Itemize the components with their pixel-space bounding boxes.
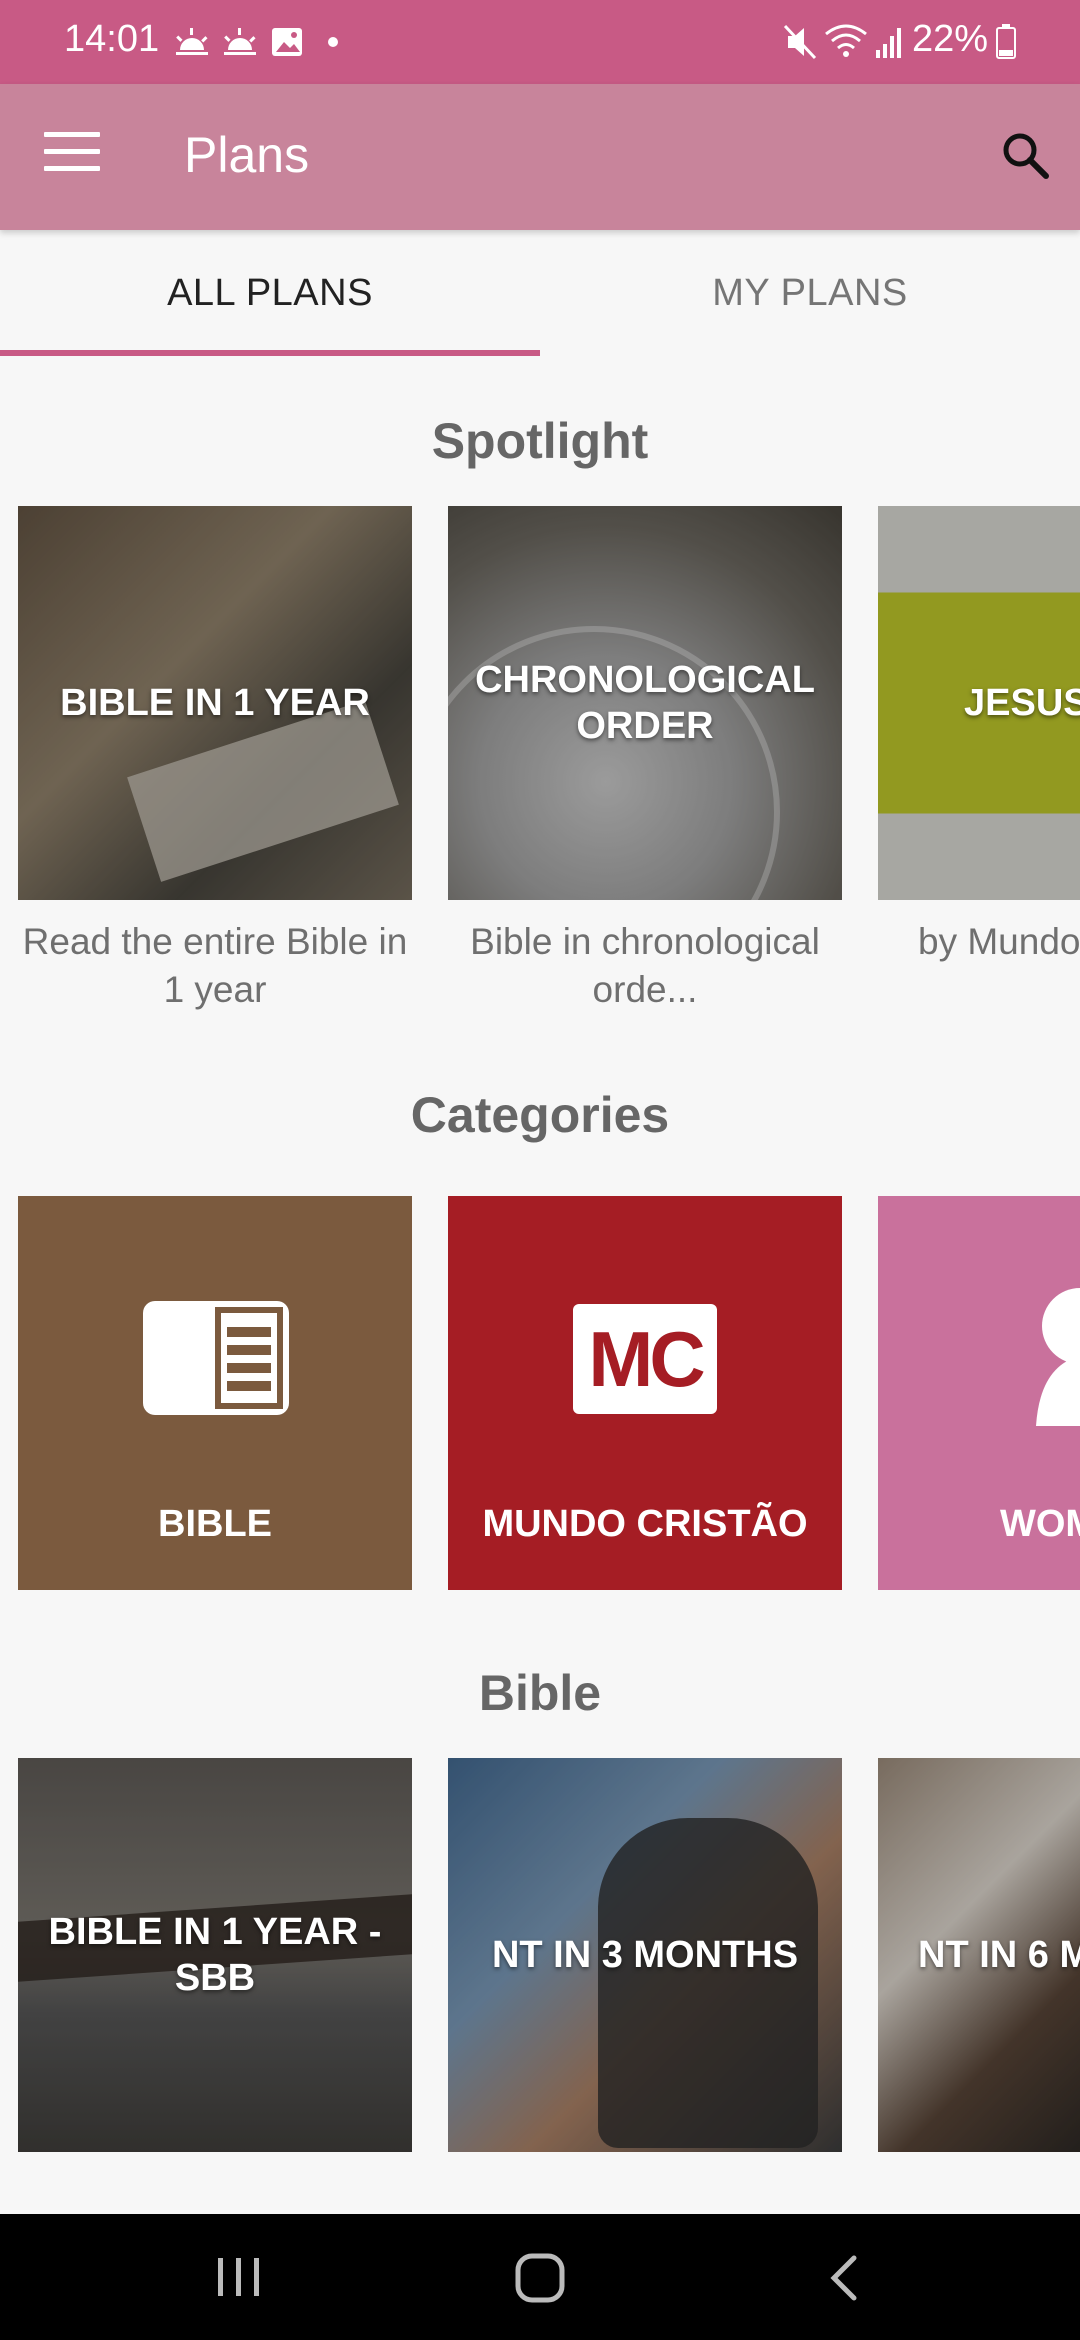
status-bar: 14:01 22% [0, 0, 1080, 84]
bible-card-1-year-sbb[interactable]: BIBLE IN 1 YEAR - SBB [18, 1758, 412, 2152]
bible-card-nt-6-months[interactable]: NT IN 6 M [878, 1758, 1080, 2152]
tab-all-plans[interactable]: ALL PLANS [0, 230, 540, 356]
card-title: NT IN 3 MONTHS [491, 1934, 799, 1976]
category-card-women[interactable]: WOM [878, 1196, 1080, 1590]
section-title-spotlight: Spotlight [431, 413, 649, 469]
app-bar: Plans [0, 84, 1080, 230]
card-title: BIBLE IN 1 YEAR - SBB [48, 1911, 382, 1999]
hamburger-menu-icon[interactable] [44, 132, 100, 182]
signal-icon [876, 28, 901, 58]
tab-my-plans[interactable]: MY PLANS [540, 230, 1080, 356]
card-title: NT IN 6 M [918, 1934, 1080, 1976]
recents-icon[interactable] [214, 2254, 264, 2300]
image-icon [272, 28, 302, 56]
spotlight-card-chronological-order[interactable]: CHRONOLOGICAL ORDER [448, 506, 842, 900]
card-title: CHRONOLOGICAL ORDER [475, 659, 815, 747]
tab-bar: ALL PLANS MY PLANS [0, 230, 1080, 356]
card-title: BIBLE IN 1 YEAR [60, 682, 370, 724]
tab-indicator [0, 350, 540, 356]
wifi-icon [825, 24, 867, 57]
card-caption: Read the entire Bible in 1 year [22, 921, 408, 1010]
spotlight-card-jesus[interactable]: JESUS [878, 506, 1080, 900]
spotlight-card-bible-in-1-year[interactable]: BIBLE IN 1 YEAR [18, 506, 412, 900]
mute-icon [783, 24, 817, 60]
status-time: 14:01 [64, 18, 160, 60]
category-card-bible[interactable]: BIBLE [18, 1196, 412, 1590]
system-nav-bar [0, 2214, 1080, 2340]
mc-logo-icon: MC [573, 1304, 717, 1414]
card-title: JESUS [964, 682, 1080, 724]
dot-icon [328, 37, 338, 47]
page-title: Plans [184, 127, 310, 183]
category-label: MUNDO CRISTÃO [482, 1503, 808, 1545]
sunrise-icon [224, 28, 256, 55]
battery-icon [996, 24, 1016, 59]
search-icon[interactable] [992, 122, 1060, 190]
back-icon[interactable] [826, 2254, 862, 2302]
category-card-mundo-cristao[interactable]: MC MUNDO CRISTÃO [448, 1196, 842, 1590]
bible-card-nt-3-months[interactable]: NT IN 3 MONTHS [448, 1758, 842, 2152]
card-caption: by Mundo [918, 921, 1080, 962]
woman-icon [1036, 1288, 1080, 1426]
section-title-categories: Categories [410, 1087, 670, 1143]
battery-percent: 22% [911, 18, 988, 60]
section-title-bible: Bible [478, 1665, 602, 1721]
bible-icon [143, 1301, 289, 1415]
sunrise-icon [176, 28, 208, 55]
category-label: WOM [1000, 1503, 1080, 1545]
home-icon[interactable] [514, 2252, 566, 2304]
card-caption: Bible in chronological orde... [470, 921, 820, 1010]
category-label: BIBLE [158, 1503, 272, 1545]
